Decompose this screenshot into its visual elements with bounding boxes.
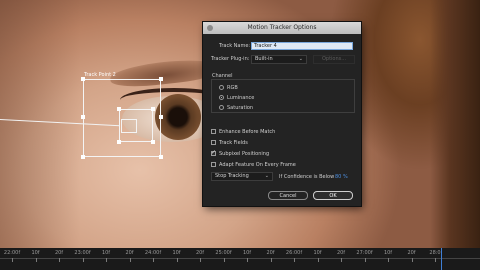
ruler-baseline [0, 258, 480, 259]
cancel-button[interactable]: Cancel [268, 191, 308, 200]
ok-button-label: OK [329, 193, 337, 199]
search-handle-tr[interactable] [159, 77, 163, 81]
checkbox-subpixel-label: Subpixel Positioning [219, 151, 270, 157]
checkbox-adapt-feature-label: Adapt Feature On Every Frame [219, 162, 296, 168]
timeline-tick-label: 10f [31, 250, 40, 256]
composition-viewer[interactable]: Track Point 2 Motion Tracker Options Tra… [0, 0, 480, 270]
chevron-down-icon: ⌄ [264, 173, 269, 179]
checkbox-enhance-label: Enhance Before Match [219, 129, 276, 135]
timeline-tick-label: 10f [101, 250, 111, 256]
track-name-value: Tracker 4 [254, 43, 277, 49]
timeline-tick-label: 20f [54, 250, 64, 256]
confidence-label: If Confidence is Below [279, 174, 335, 180]
tracker-plugin-select[interactable]: Built-in ⌄ [251, 55, 307, 64]
radio-rgb[interactable] [219, 85, 224, 90]
options-button-label: Options... [321, 56, 347, 62]
timeline-tick [364, 258, 366, 262]
timeline-tick-label: 20f [195, 250, 205, 256]
playhead[interactable] [441, 248, 442, 270]
checkbox-subpixel-positioning[interactable] [211, 149, 216, 156]
timeline-tick [223, 258, 225, 262]
track-name-input[interactable]: Tracker 4 [251, 42, 353, 50]
feature-handle-tr[interactable] [151, 107, 155, 111]
search-handle-mr[interactable] [159, 115, 163, 119]
checkbox-track-fields-label: Track Fields [219, 140, 248, 146]
timeline-ruler[interactable]: 22:00f 10f 20f 23:00f 10f 20f 24:00f 10f 20f 25:0… [0, 248, 480, 270]
dialog-title: Motion Tracker Options [247, 24, 317, 31]
feature-handle-tl[interactable] [117, 107, 121, 111]
options-button[interactable]: Options... [313, 55, 355, 64]
timeline-tick-label: 26:00f [285, 250, 303, 256]
timeline-tick [129, 258, 131, 262]
timeline-tick [270, 258, 272, 262]
feature-handle-bl[interactable] [117, 140, 121, 144]
timeline-tick [341, 258, 342, 262]
timeline-tick-label: 10f [313, 250, 322, 256]
timeline-tick-label: 10f [242, 250, 252, 256]
timeline-tick [247, 258, 248, 262]
search-handle-bl[interactable] [81, 155, 85, 159]
chevron-down-icon: ⌄ [298, 56, 303, 62]
timeline-tick-label: 20f [125, 250, 134, 256]
timeline-tick-label: 20f [407, 250, 416, 256]
confidence-value[interactable]: 80 % [335, 174, 348, 180]
timeline-tick-label: 20f [266, 250, 275, 256]
timeline-tick-label: 20f [336, 250, 346, 256]
timeline-tick-label: 10f [383, 250, 393, 256]
timeline-tick [82, 258, 84, 262]
timeline-tick-label: 22:00f [3, 250, 21, 256]
timeline-tick [411, 258, 413, 262]
timeline-tick [106, 258, 107, 262]
timeline-tick [153, 258, 154, 262]
confidence-action-select[interactable]: Stop Tracking ⌄ [211, 172, 273, 181]
radio-saturation[interactable] [219, 105, 224, 110]
cancel-button-label: Cancel [279, 193, 297, 199]
dialog-titlebar[interactable]: Motion Tracker Options [203, 22, 361, 34]
timeline-tick-label: 27:00f [356, 250, 373, 256]
timeline-tick-label: 25:00f [215, 250, 232, 256]
feature-handle-br[interactable] [151, 140, 155, 144]
ok-button[interactable]: OK [313, 191, 353, 200]
timeline-tick-label: 10f [172, 250, 181, 256]
checkbox-enhance-before-match[interactable] [211, 129, 216, 134]
hair-region [430, 0, 480, 248]
timeline-tick [435, 258, 436, 262]
timeline-tick [35, 258, 37, 262]
timeline-tick [176, 258, 178, 262]
cheek-shading [0, 0, 80, 248]
radio-saturation-label: Saturation [227, 105, 254, 111]
radio-luminance-label: Luminance [227, 95, 255, 101]
checkbox-track-fields[interactable] [211, 140, 216, 145]
timeline-tick [59, 258, 60, 262]
timeline-tick-label: 24:00f [144, 250, 162, 256]
timeline-tick-label: 23:00f [74, 250, 91, 256]
timeline-tick [294, 258, 295, 262]
search-handle-br[interactable] [159, 155, 163, 159]
timeline-tick-label: 28:0 [429, 250, 441, 256]
timeline-tick [388, 258, 389, 262]
timeline-tick [200, 258, 201, 262]
timeline-tick [12, 258, 13, 262]
track-point-label: Track Point 2 [84, 72, 116, 78]
checkbox-adapt-feature[interactable] [211, 162, 216, 167]
tracker-plugin-label: Tracker Plug-in: [211, 56, 250, 62]
confidence-action-value: Stop Tracking [215, 173, 249, 179]
channel-group-title: Channel [212, 73, 235, 79]
timeline-tick [317, 258, 319, 262]
search-handle-ml[interactable] [81, 115, 85, 119]
radio-rgb-label: RGB [227, 85, 238, 91]
track-name-label: Track Name: [219, 43, 251, 49]
radio-luminance[interactable] [219, 95, 224, 100]
attach-point-box[interactable] [121, 119, 137, 133]
tracker-plugin-value: Built-in [255, 56, 273, 62]
